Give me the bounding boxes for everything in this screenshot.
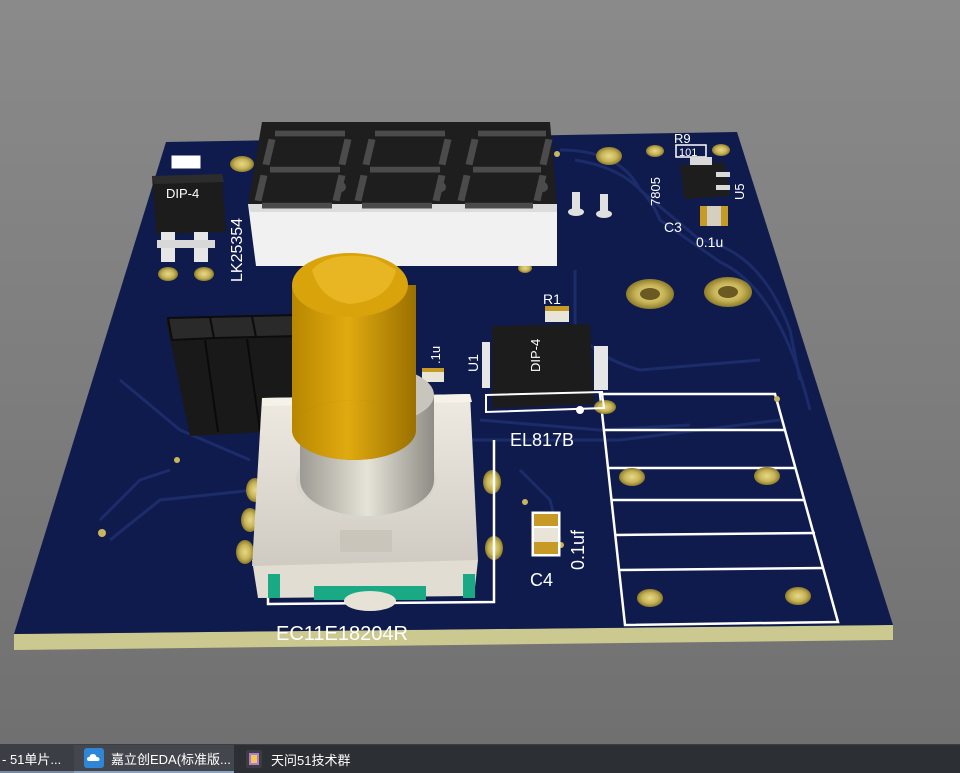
lk-part-label: LK25354 xyxy=(229,218,246,282)
cloud-icon xyxy=(84,748,104,768)
r1-resistor[interactable] xyxy=(545,306,569,322)
c4-value-label: 0.1uf xyxy=(568,529,588,570)
u5-label: U5 xyxy=(732,183,747,200)
c3-label: C3 xyxy=(664,219,682,235)
r9-label: R9 xyxy=(674,131,691,146)
small-capacitor[interactable] xyxy=(422,368,444,382)
pcb-3d-scene[interactable]: DIP-4 LK25354 R9 101 7805 U5 C3 0.1u R1 … xyxy=(0,0,960,744)
cap-small-label: .1u xyxy=(428,346,443,364)
pcb-3d-viewport[interactable]: DIP-4 LK25354 R9 101 7805 U5 C3 0.1u R1 … xyxy=(0,0,960,744)
el817b-label: EL817B xyxy=(510,430,574,450)
dip4-right-component[interactable] xyxy=(482,324,608,414)
dip4-left-label: DIP-4 xyxy=(166,186,199,201)
taskbar-item-label: 天问51技术群 xyxy=(271,752,351,768)
encoder-label: EC11E18204R xyxy=(276,623,408,645)
seven-segment-display[interactable] xyxy=(248,122,557,266)
taskbar: - 51单片... 嘉立创EDA(标准版... 天问51技术群 xyxy=(0,744,960,773)
u1-label: U1 xyxy=(465,354,481,372)
c3-value: 0.1u xyxy=(696,234,723,250)
c3-capacitor[interactable] xyxy=(700,206,728,226)
r1-label: R1 xyxy=(543,291,561,307)
taskbar-item-easyeda[interactable]: 嘉立创EDA(标准版... xyxy=(74,745,234,773)
dip4-right-label: DIP-4 xyxy=(528,339,543,372)
reg-7805-label: 7805 xyxy=(648,177,663,206)
taskbar-item-tianwen[interactable]: 天问51技术群 xyxy=(234,745,414,773)
taskbar-item-label: - 51单片... xyxy=(2,751,62,767)
chat-icon xyxy=(246,750,262,768)
c4-label: C4 xyxy=(530,570,553,590)
c4-capacitor[interactable] xyxy=(531,511,561,557)
taskbar-item-label: 嘉立创EDA(标准版... xyxy=(111,751,231,767)
taskbar-item-51[interactable]: - 51单片... xyxy=(0,745,74,773)
